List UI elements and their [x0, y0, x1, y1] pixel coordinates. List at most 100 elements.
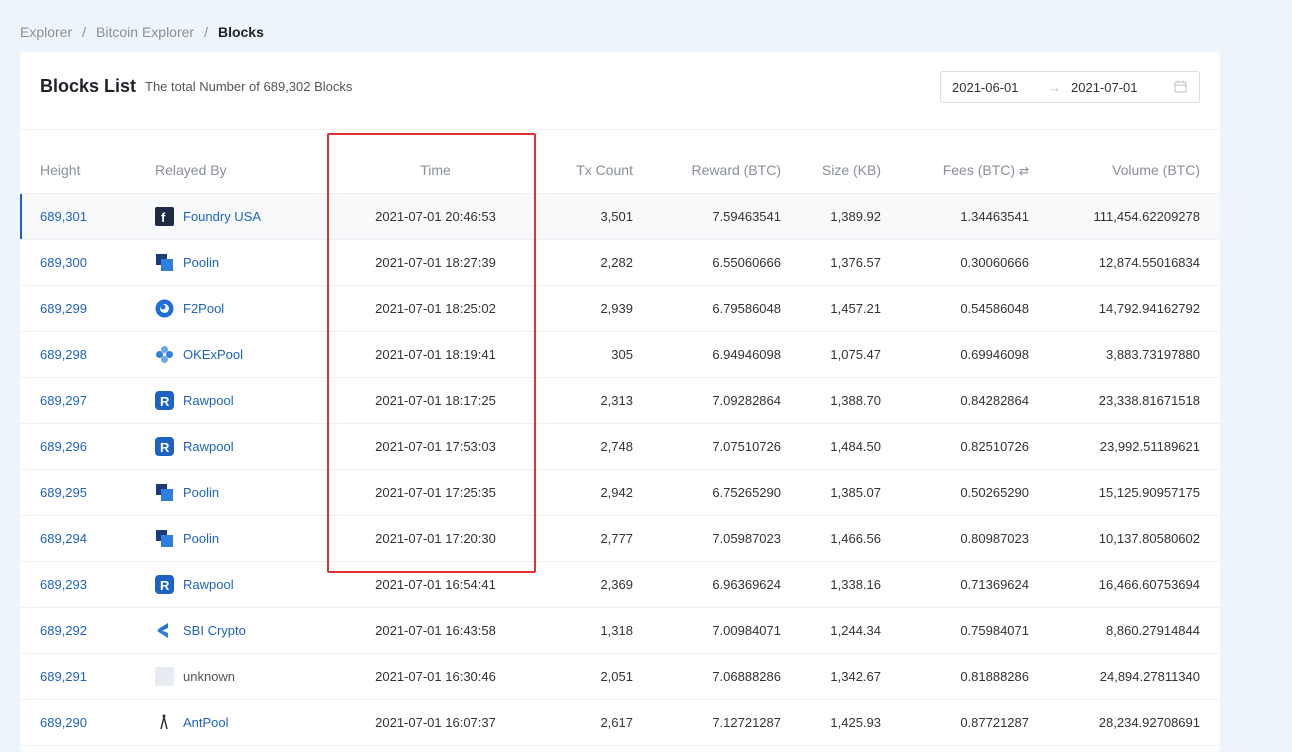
- block-height-link[interactable]: 689,290: [20, 699, 155, 746]
- col-fees[interactable]: Fees (BTC) ⇄: [881, 147, 1029, 194]
- block-height-link[interactable]: 689,300: [20, 239, 155, 286]
- relayed-by-cell: Poolin: [155, 469, 332, 516]
- table-row[interactable]: 689,290 AntPool 2021-07-01 16:07:37 2,617 7.…: [20, 699, 1220, 746]
- unknown-logo-icon: [155, 667, 174, 686]
- table-row[interactable]: 689,294 Poolin 2021-07-01 17:20:30 2,777 7.0…: [20, 515, 1220, 562]
- breadcrumb-explorer[interactable]: Explorer: [20, 24, 72, 40]
- volume-cell: 24,894.27811340: [1029, 653, 1220, 700]
- table-row[interactable]: 689,293 R Rawpool 2021-07-01 16:54:41 2,369 6…: [20, 561, 1220, 608]
- fees-cell: 0.50265290: [881, 469, 1029, 516]
- size-cell: 1,385.07: [781, 469, 881, 516]
- blocks-count-text: The total Number of 689,302 Blocks: [145, 79, 353, 94]
- block-height-link[interactable]: 689,291: [20, 653, 155, 700]
- col-relayed-by: Relayed By: [155, 147, 332, 194]
- block-height-link[interactable]: 689,301: [20, 193, 155, 240]
- date-range-picker[interactable]: 2021-06-01 → 2021-07-01: [940, 71, 1200, 103]
- relayed-by-cell: R Rawpool: [155, 423, 332, 470]
- poolin-logo-icon: [155, 253, 174, 272]
- pool-link[interactable]: Rawpool: [183, 393, 234, 408]
- size-cell: 1,376.57: [781, 239, 881, 286]
- time-cell: 2021-07-01 20:46:53: [332, 193, 539, 240]
- table-row[interactable]: 689,292 SBI Crypto 2021-07-01 16:43:58 1,31…: [20, 607, 1220, 654]
- size-cell: 1,342.67: [781, 653, 881, 700]
- time-cell: 2021-07-01 16:54:41: [332, 561, 539, 608]
- card-header: Blocks List The total Number of 689,302 …: [20, 52, 1220, 130]
- fees-cell: 0.81888286: [881, 653, 1029, 700]
- reward-cell: 6.55060666: [633, 239, 781, 286]
- pool-link[interactable]: SBI Crypto: [183, 623, 246, 638]
- size-cell: 1,075.47: [781, 331, 881, 378]
- time-cell: 2021-07-01 16:30:46: [332, 653, 539, 700]
- fees-cell: 0.84282864: [881, 377, 1029, 424]
- pool-link[interactable]: Foundry USA: [183, 209, 261, 224]
- fees-cell: 1.34463541: [881, 193, 1029, 240]
- table-row[interactable]: 689,298 OKExPool 2021-07-01 18:19:41 305 6.9…: [20, 331, 1220, 378]
- date-to-input[interactable]: 2021-07-01: [1071, 80, 1161, 95]
- reward-cell: 6.79586048: [633, 285, 781, 332]
- antpool-logo-icon: [155, 713, 174, 732]
- size-cell: 1,466.56: [781, 515, 881, 562]
- volume-cell: 23,338.81671518: [1029, 377, 1220, 424]
- block-height-link[interactable]: 689,299: [20, 285, 155, 332]
- fees-cell: 0.82510726: [881, 423, 1029, 470]
- reward-cell: 7.12721287: [633, 699, 781, 746]
- rawpool-logo-icon: R: [155, 437, 174, 456]
- table-row[interactable]: 689,295 Poolin 2021-07-01 17:25:35 2,942 6.7…: [20, 469, 1220, 516]
- table-row[interactable]: 689,301 f Foundry USA 2021-07-01 20:46:53 3,…: [20, 193, 1220, 240]
- col-time: Time: [332, 147, 539, 194]
- block-height-link[interactable]: 689,293: [20, 561, 155, 608]
- sort-toggle-icon[interactable]: ⇄: [1019, 164, 1029, 178]
- table-row[interactable]: 689,299 F2Pool 2021-07-01 18:25:02 2,939 6.7…: [20, 285, 1220, 332]
- date-from-input[interactable]: 2021-06-01: [952, 80, 1042, 95]
- relayed-by-cell: AntPool: [155, 699, 332, 746]
- breadcrumb-bitcoin-explorer[interactable]: Bitcoin Explorer: [96, 24, 194, 40]
- pool-link[interactable]: Rawpool: [183, 439, 234, 454]
- volume-cell: 15,125.90957175: [1029, 469, 1220, 516]
- col-volume: Volume (BTC): [1029, 147, 1220, 194]
- block-height-link[interactable]: 689,298: [20, 331, 155, 378]
- tx-count-cell: 2,313: [539, 377, 633, 424]
- relayed-by-cell: R Rawpool: [155, 561, 332, 608]
- block-height-link[interactable]: 689,294: [20, 515, 155, 562]
- pool-link[interactable]: OKExPool: [183, 347, 243, 362]
- reward-cell: 6.75265290: [633, 469, 781, 516]
- tx-count-cell: 2,369: [539, 561, 633, 608]
- fees-cell: 0.69946098: [881, 331, 1029, 378]
- tx-count-cell: 305: [539, 331, 633, 378]
- breadcrumb-current: Blocks: [217, 24, 264, 40]
- pool-link[interactable]: Poolin: [183, 255, 219, 270]
- time-cell: 2021-07-01 16:43:58: [332, 607, 539, 654]
- block-height-link[interactable]: 689,297: [20, 377, 155, 424]
- pool-link[interactable]: F2Pool: [183, 301, 224, 316]
- tx-count-cell: 2,051: [539, 653, 633, 700]
- time-cell: 2021-07-01 18:17:25: [332, 377, 539, 424]
- fees-cell: 0.71369624: [881, 561, 1029, 608]
- pool-link[interactable]: Poolin: [183, 485, 219, 500]
- block-height-link[interactable]: 689,296: [20, 423, 155, 470]
- pool-link[interactable]: Poolin: [183, 531, 219, 546]
- tx-count-cell: 2,748: [539, 423, 633, 470]
- pool-link[interactable]: AntPool: [183, 715, 229, 730]
- volume-cell: 3,883.73197880: [1029, 331, 1220, 378]
- volume-cell: 16,466.60753694: [1029, 561, 1220, 608]
- svg-text:R: R: [160, 440, 170, 455]
- relayed-by-cell: f Foundry USA: [155, 193, 332, 240]
- reward-cell: 7.05987023: [633, 515, 781, 562]
- table-row[interactable]: 689,300 Poolin 2021-07-01 18:27:39 2,282 6.5…: [20, 239, 1220, 286]
- relayed-by-cell: R Rawpool: [155, 377, 332, 424]
- blocks-card: Blocks List The total Number of 689,302 …: [20, 52, 1220, 752]
- size-cell: 1,457.21: [781, 285, 881, 332]
- pool-link[interactable]: Rawpool: [183, 577, 234, 592]
- volume-cell: 28,234.92708691: [1029, 699, 1220, 746]
- rawpool-logo-icon: R: [155, 575, 174, 594]
- table-row[interactable]: 689,297 R Rawpool 2021-07-01 18:17:25 2,313 7…: [20, 377, 1220, 424]
- block-height-link[interactable]: 689,292: [20, 607, 155, 654]
- table-row[interactable]: 689,296 R Rawpool 2021-07-01 17:53:03 2,748 7…: [20, 423, 1220, 470]
- fees-cell: 0.75984071: [881, 607, 1029, 654]
- calendar-icon[interactable]: [1174, 80, 1187, 96]
- table-row[interactable]: 689,291 unknown 2021-07-01 16:30:46 2,051 7.…: [20, 653, 1220, 700]
- size-cell: 1,244.34: [781, 607, 881, 654]
- size-cell: 1,388.70: [781, 377, 881, 424]
- block-height-link[interactable]: 689,295: [20, 469, 155, 516]
- time-cell: 2021-07-01 16:07:37: [332, 699, 539, 746]
